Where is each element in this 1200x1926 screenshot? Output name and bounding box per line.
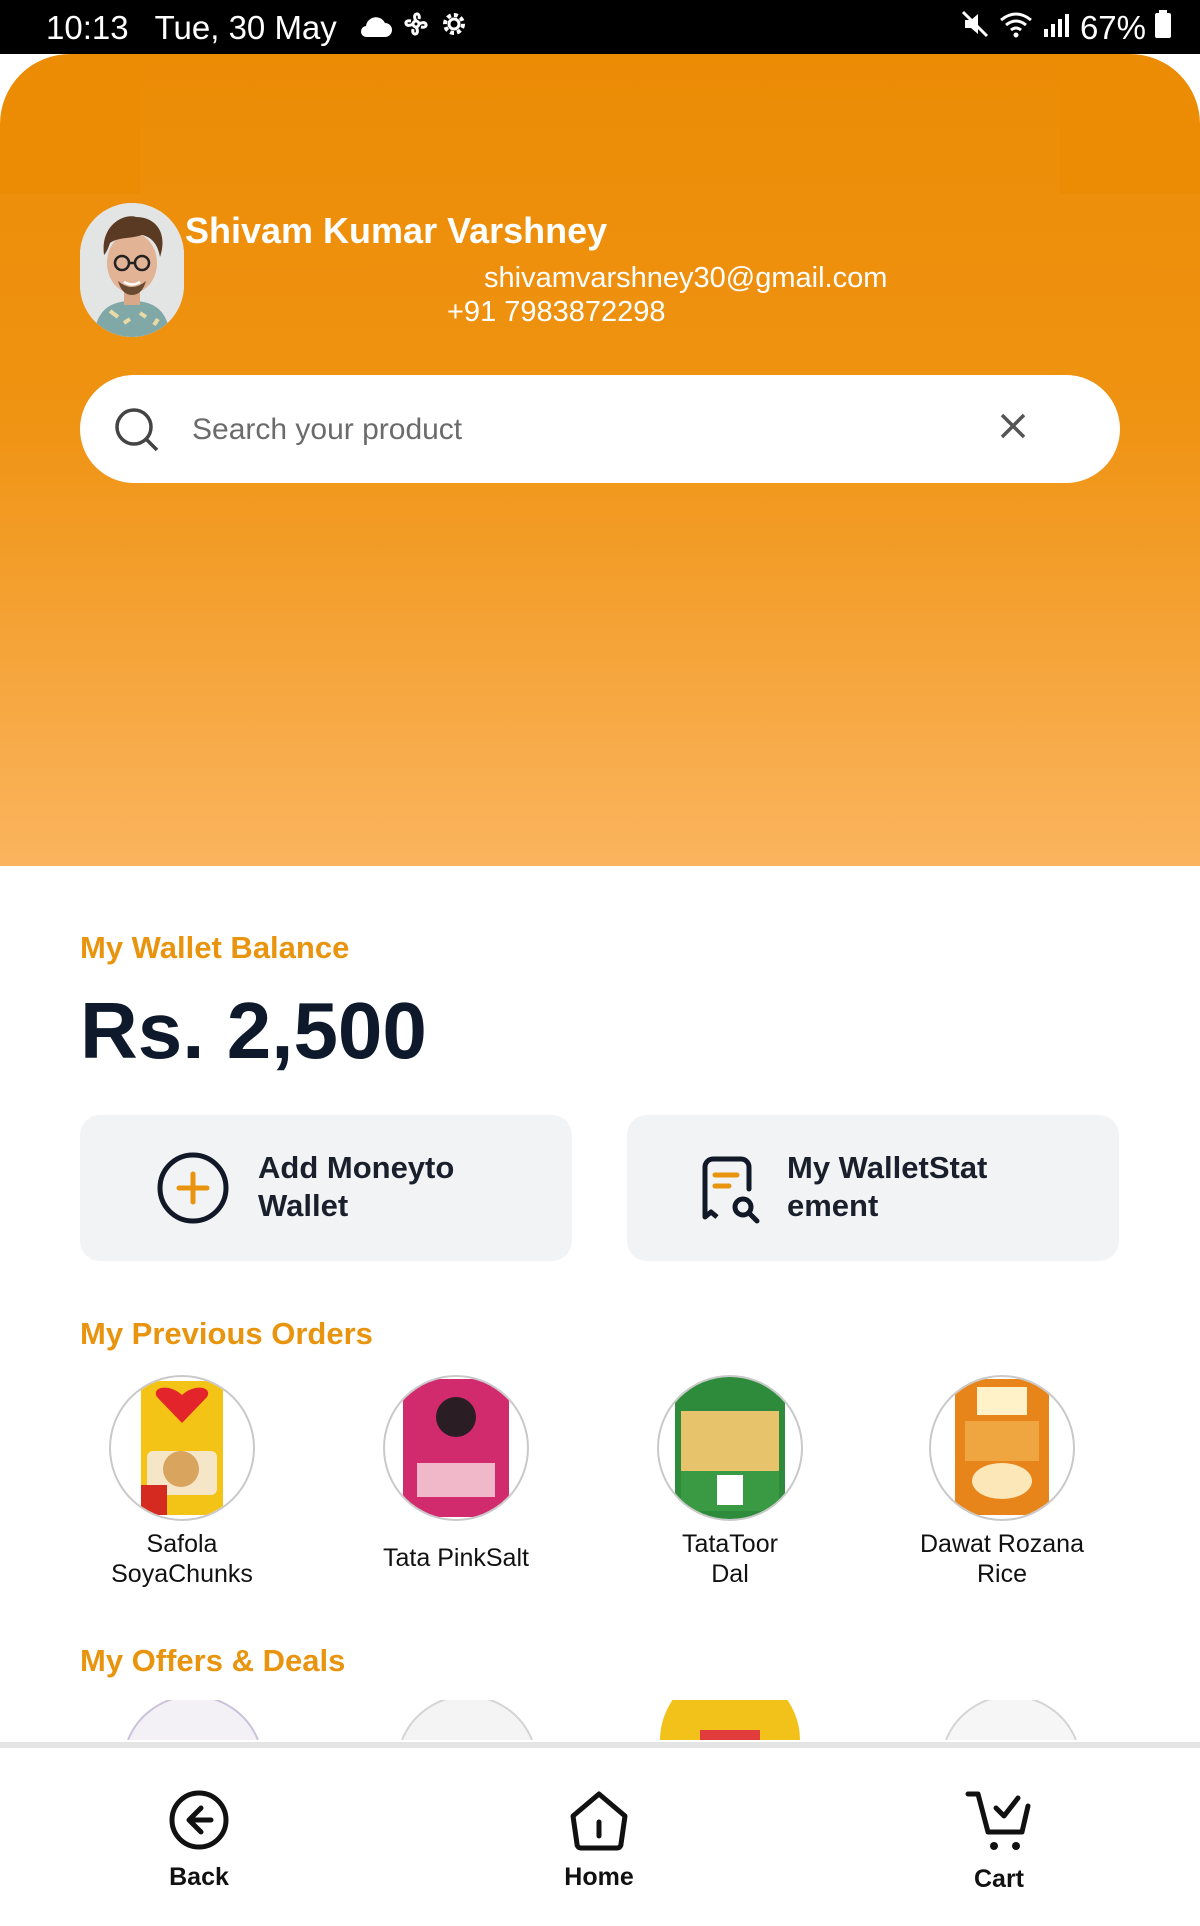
nav-home-label: Home: [564, 1863, 634, 1891]
search-input[interactable]: [190, 401, 934, 459]
status-time: 10:13: [46, 9, 129, 46]
profile-email: shivamvarshney30@gmail.com: [484, 262, 888, 294]
nav-back-button[interactable]: Back: [109, 1788, 289, 1892]
add-circle-icon: [156, 1151, 230, 1230]
order-item-tata-pink-salt[interactable]: Tata PinkSalt: [336, 1375, 576, 1573]
profile-name: Shivam Kumar Varshney: [185, 210, 608, 251]
add-money-label-line2: Wallet: [258, 1188, 349, 1223]
wallet-statement-label-line1: My WalletStat: [787, 1150, 988, 1185]
order-item-name: Tata PinkSalt: [336, 1529, 576, 1573]
battery-icon: [1154, 9, 1172, 47]
profile-phone: +91 7983872298: [447, 296, 666, 328]
add-money-label-line1: Add Moneyto: [258, 1150, 455, 1185]
avatar[interactable]: [80, 203, 184, 337]
wallet-statement-button[interactable]: My WalletStat ement: [627, 1115, 1119, 1261]
offers-title: My Offers & Deals: [80, 1643, 346, 1678]
order-item-name-line2: SoyaChunks: [111, 1560, 253, 1588]
add-money-button[interactable]: Add Moneyto Wallet: [80, 1115, 572, 1261]
order-item-name-line1: TataToor: [682, 1530, 778, 1558]
previous-orders-list: Safola SoyaChunks Tata PinkSalt TataToor…: [0, 1375, 1200, 1595]
signal-icon: [1042, 9, 1070, 47]
order-item-dawat-rozana[interactable]: Dawat Rozana Rice: [882, 1375, 1122, 1589]
order-item-name-line2: Dal: [711, 1560, 749, 1588]
back-arrow-icon: [167, 1790, 231, 1858]
cart-icon: [964, 1791, 1034, 1860]
tata-toor-dal-image: [657, 1375, 803, 1521]
wallet-statement-label: My WalletStat ement: [787, 1149, 1027, 1225]
search-bar: [80, 375, 1120, 483]
order-item-name-line1: Safola: [146, 1530, 218, 1558]
order-item-name: TataToor Dal: [610, 1529, 850, 1589]
nav-cart-button[interactable]: Cart: [909, 1788, 1089, 1894]
statement-search-icon: [695, 1153, 761, 1230]
order-item-name-line1: Dawat Rozana: [920, 1530, 1084, 1558]
status-bar: 10:13 Tue, 30 May 67%: [0, 0, 1200, 54]
mute-icon: [960, 9, 990, 47]
wallet-title: My Wallet Balance: [80, 930, 350, 965]
dawat-rozana-image: [929, 1375, 1075, 1521]
add-money-label: Add Moneyto Wallet: [258, 1149, 498, 1225]
clear-icon[interactable]: [998, 411, 1028, 446]
order-item-safola[interactable]: Safola SoyaChunks: [62, 1375, 302, 1589]
order-item-name: Safola SoyaChunks: [62, 1529, 302, 1589]
order-item-name: Dawat Rozana Rice: [882, 1529, 1122, 1589]
settings-icon: [439, 9, 469, 47]
offer-thumb[interactable]: [945, 1700, 1077, 1740]
tata-pink-salt-image: [383, 1375, 529, 1521]
nav-home-button[interactable]: Home: [509, 1788, 689, 1892]
bottom-navigation: Back Home Cart: [0, 1742, 1200, 1926]
wallet-balance: Rs. 2,500: [80, 986, 427, 1075]
search-icon[interactable]: [114, 407, 160, 458]
offers-list: [0, 1700, 1200, 1740]
order-item-name-line1: Tata PinkSalt: [383, 1544, 529, 1572]
header-corner: [0, 54, 140, 194]
wallet-statement-label-line2: ement: [787, 1188, 879, 1223]
battery-level: 67%: [1079, 9, 1146, 46]
offer-thumb[interactable]: [127, 1700, 259, 1740]
order-item-name-line2: Rice: [976, 1560, 1027, 1588]
cloud-icon: [359, 9, 393, 47]
fan-icon: [401, 9, 431, 47]
order-item-tata-toor-dal[interactable]: TataToor Dal: [610, 1375, 850, 1589]
safola-product-image: [109, 1375, 255, 1521]
header-corner: [1060, 54, 1200, 194]
offer-thumb[interactable]: [401, 1700, 533, 1740]
status-date: Tue, 30 May: [154, 9, 337, 46]
wifi-icon: [998, 9, 1034, 47]
orders-title: My Previous Orders: [80, 1316, 373, 1351]
home-icon: [567, 1791, 631, 1858]
nav-back-label: Back: [169, 1863, 229, 1891]
nav-cart-label: Cart: [973, 1865, 1024, 1893]
